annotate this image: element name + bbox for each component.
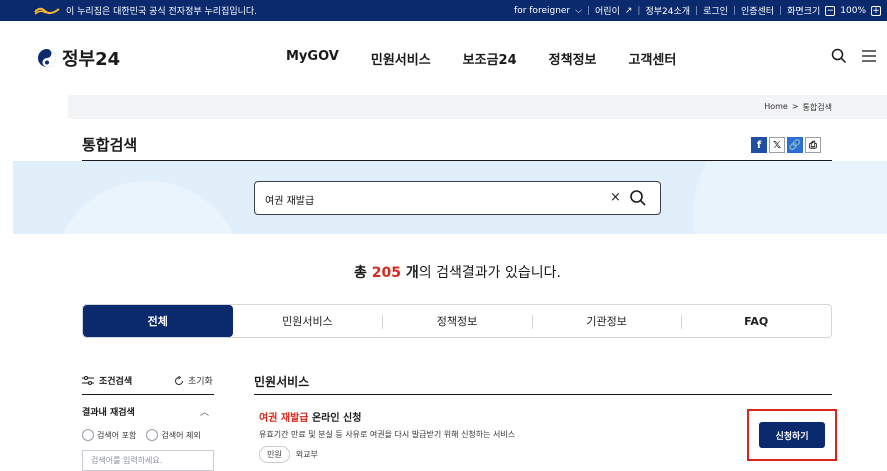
link-kids[interactable]: 어린이: [595, 4, 620, 17]
link-copy-icon[interactable]: 🔗: [787, 137, 803, 153]
re-search-input[interactable]: [82, 450, 214, 471]
result-tabs: 전체 민원서비스 정책정보 기관정보 FAQ: [82, 304, 832, 338]
banner-notice-text: 이 누리집은 대한민국 공식 전자정부 누리집입니다.: [66, 7, 258, 17]
decorative-circle: [693, 161, 887, 234]
result-agency: 외교부: [295, 450, 318, 459]
zoom-out-button[interactable]: −: [825, 5, 836, 16]
government-symbol-icon: [34, 7, 60, 15]
breadcrumb-current: 통합검색: [802, 103, 832, 112]
radio-exclude-label: 검색어 제외: [161, 430, 201, 440]
main-navigation: MyGOV 민원서비스 보조금24 정책정보 고객센터: [286, 49, 676, 68]
clear-icon[interactable]: ×: [610, 190, 621, 205]
radio-exclude[interactable]: 검색어 제외: [146, 429, 201, 441]
site-header: 정부24 MyGOV 민원서비스 보조금24 정책정보 고객센터: [0, 21, 887, 95]
divider: |: [779, 5, 783, 16]
zoom-level: 100%: [840, 5, 866, 16]
zoom-in-button[interactable]: +: [871, 5, 881, 16]
link-certificate-center[interactable]: 인증센터: [741, 4, 774, 17]
result-title-highlight: 여권 재발급: [259, 413, 309, 424]
result-count-prefix: 총: [354, 265, 372, 281]
breadcrumb-separator-icon: >: [791, 102, 799, 111]
share-tools: f 𝕏 🔗 ⎙: [751, 137, 821, 153]
result-title[interactable]: 여권 재발급 온라인 신청: [259, 409, 361, 424]
divider: |: [695, 5, 699, 16]
result-description: 유효기간 만료 및 분실 등 사유로 여권을 다시 발급받기 위해 신청하는 서…: [259, 430, 516, 439]
result-meta: 민원 외교부: [259, 446, 318, 463]
breadcrumb-home[interactable]: Home: [764, 102, 788, 113]
result-count-unit: 개: [401, 265, 419, 281]
section-divider: [254, 394, 832, 395]
filter-sliders-icon: [82, 375, 94, 385]
result-count-number: 205: [371, 265, 402, 281]
search-input[interactable]: [265, 190, 585, 208]
category-chip: 민원: [259, 446, 290, 463]
result-count-suffix: 의 검색결과가 있습니다.: [418, 265, 561, 281]
tab-all[interactable]: 전체: [83, 305, 233, 337]
breadcrumb: Home > 통합검색: [764, 102, 832, 113]
radio-circle[interactable]: [146, 429, 159, 441]
filter-divider: [82, 394, 214, 395]
re-search-options: 검색어 포함 검색어 제외: [82, 429, 201, 441]
refresh-icon: [175, 375, 183, 385]
nav-mygov[interactable]: MyGOV: [286, 49, 339, 68]
section-title: 민원서비스: [254, 375, 310, 389]
banner-notice: 이 누리집은 대한민국 공식 전자정부 누리집입니다.: [34, 4, 257, 17]
filter-title: 조건검색: [99, 377, 133, 387]
nav-customer-center[interactable]: 고객센터: [629, 49, 677, 68]
link-for-foreigner[interactable]: for foreigner: [514, 6, 570, 16]
x-share-icon[interactable]: 𝕏: [769, 137, 785, 153]
tab-policy-info[interactable]: 정책정보: [382, 305, 532, 337]
external-link-icon: ↗: [624, 5, 633, 16]
utility-links: for foreigner ⌵ | 어린이 ↗ | 정부24소개 | 로그인 |…: [514, 4, 881, 17]
header-actions: [831, 48, 877, 64]
chevron-down-icon[interactable]: ⌵: [575, 6, 582, 16]
breadcrumb-bar: Home > 통합검색: [68, 95, 887, 119]
result-count: 총 205 개의 검색결과가 있습니다.: [0, 262, 887, 282]
screen-size-label: 화면크기: [787, 7, 821, 17]
reset-button[interactable]: 초기화: [174, 374, 213, 387]
tab-civil-services[interactable]: 민원서비스: [233, 305, 383, 337]
link-about[interactable]: 정부24소개: [645, 4, 690, 17]
taegeuk-logo-icon: [38, 49, 56, 67]
nav-subsidy24[interactable]: 보조금24: [463, 49, 517, 68]
print-icon[interactable]: ⎙: [805, 137, 821, 153]
search-box: ×: [254, 181, 661, 215]
divider: |: [637, 5, 641, 16]
facebook-share-icon[interactable]: f: [751, 137, 767, 153]
search-icon[interactable]: [831, 48, 847, 64]
link-login[interactable]: 로그인: [703, 4, 728, 17]
divider: |: [586, 5, 591, 16]
nav-policy-info[interactable]: 정책정보: [549, 49, 597, 68]
government-banner: 이 누리집은 대한민국 공식 전자정부 누리집입니다. for foreigne…: [0, 0, 887, 21]
tab-faq[interactable]: FAQ: [681, 305, 831, 337]
apply-highlight-box: 신청하기: [747, 409, 837, 461]
logo-text: 정부24: [62, 49, 121, 70]
divider: |: [732, 5, 736, 16]
re-search-title: 결과내 재검색: [82, 408, 135, 418]
tab-agency-info[interactable]: 기관정보: [531, 305, 682, 337]
result-title-rest: 온라인 신청: [308, 413, 362, 424]
radio-circle[interactable]: [82, 429, 94, 441]
chevron-up-icon[interactable]: ︿: [200, 405, 209, 418]
radio-include-label: 검색어 포함: [97, 430, 137, 440]
filter-header: 조건검색: [82, 374, 132, 387]
nav-civil-services[interactable]: 민원서비스: [371, 49, 431, 68]
page-title: 통합검색: [82, 136, 138, 154]
radio-include[interactable]: 검색어 포함: [82, 429, 136, 441]
decorative-circle: [53, 181, 243, 234]
reset-label: 초기화: [188, 377, 213, 387]
site-logo[interactable]: 정부24: [37, 45, 120, 71]
apply-button[interactable]: 신청하기: [759, 422, 825, 448]
menu-icon[interactable]: [861, 48, 877, 64]
search-submit-icon[interactable]: [629, 189, 647, 207]
